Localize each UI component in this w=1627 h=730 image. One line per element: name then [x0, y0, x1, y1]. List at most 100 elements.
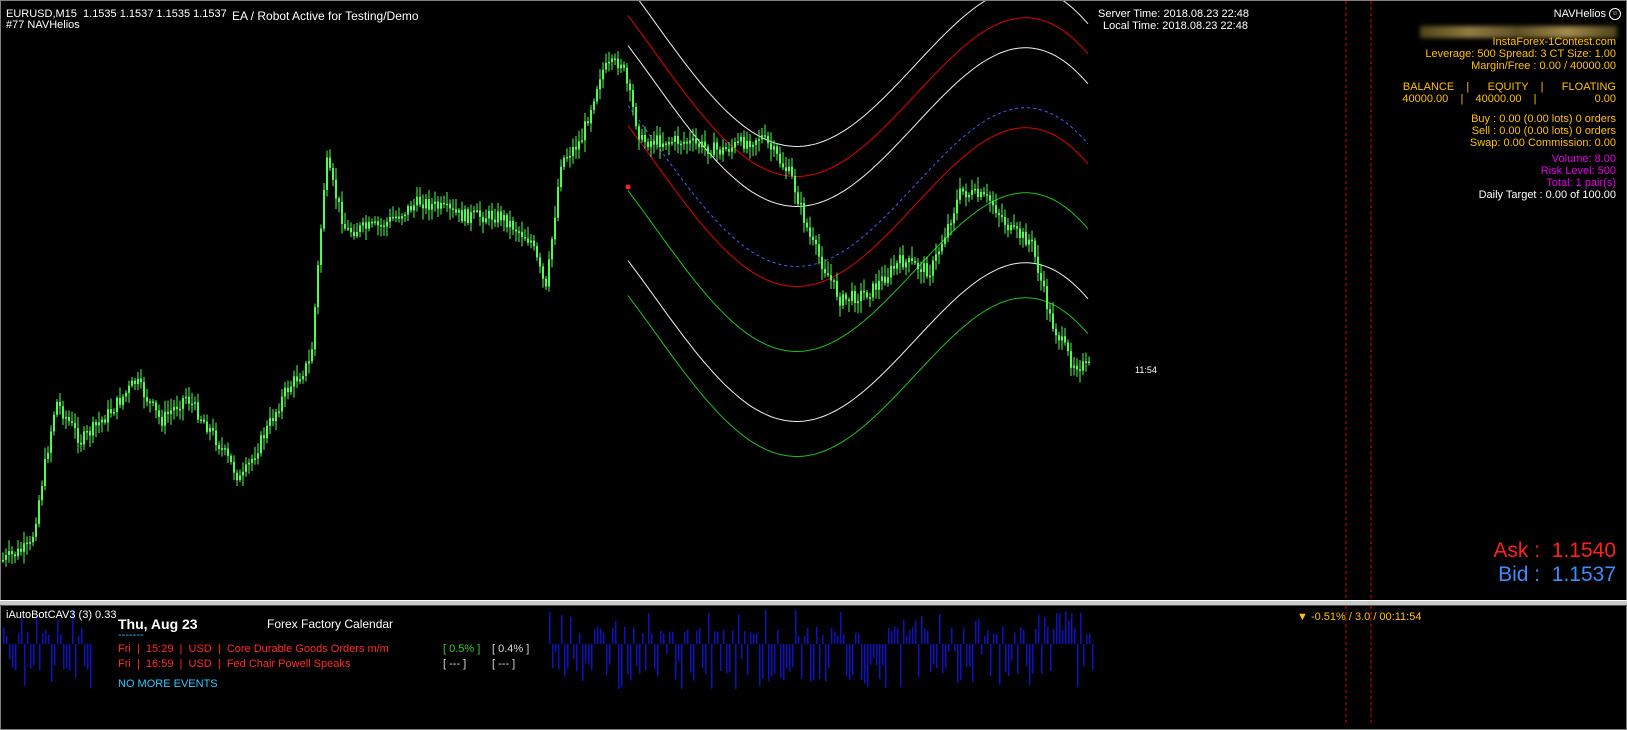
candle-body	[1055, 328, 1057, 336]
histogram-bar	[789, 644, 791, 673]
histogram-bar	[51, 644, 53, 682]
histogram-bar	[1074, 628, 1076, 644]
candle-body	[605, 62, 607, 70]
candle-body	[197, 402, 199, 420]
histogram-bar	[924, 628, 926, 644]
candle-body	[1079, 369, 1081, 371]
histogram-bar	[87, 644, 89, 670]
candle-body	[1085, 361, 1087, 363]
histogram-bar	[663, 633, 665, 644]
candle-body	[365, 222, 367, 229]
buy-summary: Buy : 0.00 (0.00 lots) 0 orders	[1471, 113, 1616, 125]
histogram-bar	[651, 633, 653, 644]
candle-body	[437, 201, 439, 209]
balance-values: 40000.00 | 40000.00 | 0.00	[1402, 93, 1616, 105]
candle-body	[671, 141, 673, 144]
candle-body	[188, 396, 190, 404]
histogram-bar	[771, 644, 773, 677]
histogram-bar	[930, 644, 932, 672]
histogram-bar	[63, 644, 65, 670]
histogram-bar	[681, 644, 683, 689]
histogram-bar	[21, 618, 23, 644]
candle-body	[758, 139, 760, 141]
candle-body	[122, 396, 124, 405]
histogram-bar	[747, 644, 749, 676]
candle-body	[689, 140, 691, 144]
expert-brand[interactable]: NAVHelios ☺	[1554, 8, 1621, 20]
price-chart-canvas[interactable]	[1, 1, 1625, 600]
candle-body	[704, 141, 706, 147]
candle-body	[305, 363, 307, 377]
histogram-bar	[759, 644, 761, 686]
candle-body	[1088, 361, 1090, 364]
histogram-bar	[807, 627, 809, 644]
broker-name: InstaForex-1Contest.com	[1492, 36, 1617, 48]
candle-body	[80, 442, 82, 445]
histogram-bar	[573, 644, 575, 660]
candle-body	[245, 464, 247, 472]
histogram-bar	[1020, 627, 1022, 644]
candle-body	[425, 199, 427, 209]
candle-body	[458, 210, 460, 213]
histogram-bar	[78, 635, 80, 644]
candle-body	[740, 136, 742, 142]
candle-body	[767, 135, 769, 144]
candle-body	[134, 380, 136, 384]
histogram-bar	[564, 644, 566, 677]
histogram-bar	[999, 644, 1001, 685]
candle-body	[611, 58, 613, 62]
candle-body	[101, 419, 103, 423]
candle-body	[875, 283, 877, 290]
histogram-bar	[657, 644, 659, 677]
histogram-bar	[1053, 629, 1055, 644]
candle-body	[323, 189, 325, 229]
smiley-icon[interactable]: ☺	[1609, 8, 1621, 20]
histogram-bar	[705, 644, 707, 675]
histogram-bar	[642, 633, 644, 644]
candle-body	[662, 143, 664, 148]
candle-body	[443, 202, 445, 205]
histogram-bar	[855, 632, 857, 644]
histogram-bar	[15, 644, 17, 671]
candle-body	[932, 260, 934, 276]
histogram-bar	[768, 644, 770, 682]
candle-body	[959, 188, 961, 200]
histogram-bar	[666, 644, 668, 654]
histogram-bar	[708, 612, 710, 644]
candle-body	[557, 187, 559, 218]
candle-body	[860, 290, 862, 302]
histogram-bar	[852, 644, 854, 676]
histogram-bar	[1086, 634, 1088, 644]
histogram-bar	[819, 644, 821, 680]
candle-body	[797, 192, 799, 205]
candle-body	[1040, 272, 1042, 281]
histogram-bar	[636, 644, 638, 666]
candle-body	[479, 210, 481, 217]
histogram-bar	[1062, 630, 1064, 644]
candle-body	[803, 202, 805, 223]
candle-body	[710, 153, 712, 156]
bid-price: Bid : 1.1537	[1498, 563, 1616, 586]
candle-body	[203, 419, 205, 422]
candle-body	[338, 198, 340, 202]
candle-body	[533, 240, 535, 247]
histogram-bar	[798, 635, 800, 644]
candle-body	[293, 376, 295, 387]
candle-body	[455, 209, 457, 213]
candle-body	[851, 290, 853, 302]
histogram-bar	[804, 635, 806, 644]
envelope-band-line	[627, 125, 1089, 288]
price-chart[interactable]	[1, 1, 1625, 600]
histogram-bar	[1035, 628, 1037, 644]
histogram-bar	[858, 633, 860, 644]
candle-body	[311, 349, 313, 362]
candle-body	[548, 259, 550, 287]
histogram-bar	[882, 644, 884, 666]
histogram-bar	[975, 621, 977, 644]
candle-body	[653, 141, 655, 145]
candle-body	[983, 192, 985, 195]
candle-body	[638, 126, 640, 140]
candle-body	[728, 148, 730, 152]
candle-body	[584, 121, 586, 141]
candle-body	[527, 238, 529, 243]
